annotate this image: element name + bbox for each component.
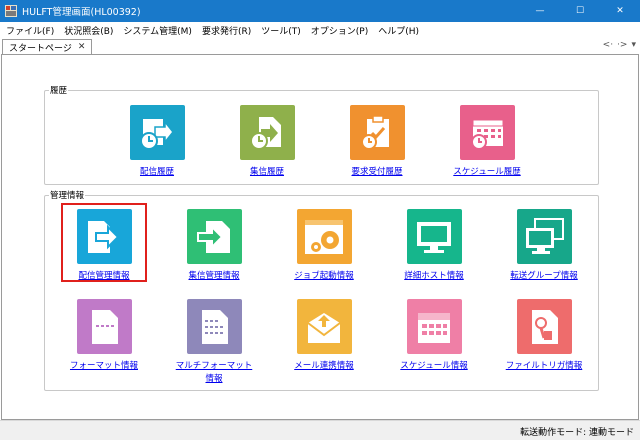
multi-format-item[interactable]: マルチフォーマット 情報 [164, 299, 264, 386]
item-label[interactable]: 配信管理情報 [78, 270, 129, 283]
menu-system[interactable]: システム管理(M) [123, 24, 192, 37]
item-label[interactable]: ジョブ起動情報 [294, 270, 354, 283]
app-icon [5, 5, 17, 17]
close-button[interactable]: ✕ [600, 0, 640, 22]
schedule-history-item[interactable]: スケジュール履歴 [437, 105, 537, 179]
file-trigger-item[interactable]: ファイルトリガ情報 [494, 299, 594, 373]
file-trigger-icon[interactable] [516, 299, 572, 354]
schedule-history-icon[interactable] [459, 105, 515, 160]
receive-history-item[interactable]: 集信履歴 [217, 105, 317, 179]
transfer-group-item[interactable]: 転送グループ情報 [494, 209, 594, 283]
item-label[interactable]: メール連携情報 [294, 360, 354, 373]
menu-help[interactable]: ヘルプ(H) [378, 24, 419, 37]
host-detail-icon[interactable] [406, 209, 462, 264]
host-detail-item[interactable]: 詳細ホスト情報 [384, 209, 484, 283]
receive-history-icon[interactable] [239, 105, 295, 160]
item-label[interactable]: 要求受付履歴 [351, 166, 402, 179]
tab-next-button[interactable]: ·> [617, 40, 627, 50]
request-history-icon[interactable] [349, 105, 405, 160]
title-bar: HULFT管理画面(HL00392) — ☐ ✕ [0, 0, 640, 22]
tab-start-page[interactable]: スタートページ ✕ [2, 39, 93, 54]
item-label-line2[interactable]: 情報 [205, 374, 222, 384]
item-label[interactable]: スケジュール履歴 [453, 166, 520, 179]
menu-file[interactable]: ファイル(F) [6, 24, 54, 37]
minimize-button[interactable]: — [520, 0, 560, 22]
status-bar: 転送動作モード: 連動モード [0, 420, 640, 440]
tab-prev-button[interactable]: <· [603, 40, 613, 50]
receive-management-item[interactable]: 集信管理情報 [164, 209, 264, 283]
format-icon[interactable] [76, 299, 132, 354]
menu-options[interactable]: オプション(P) [311, 24, 368, 37]
menu-tools[interactable]: ツール(T) [261, 24, 301, 37]
send-management-item[interactable]: 配信管理情報 [54, 209, 154, 283]
tab-label: スタートページ [9, 43, 72, 54]
send-history-item[interactable]: 配信履歴 [107, 105, 207, 179]
request-history-item[interactable]: 要求受付履歴 [327, 105, 427, 179]
item-label[interactable]: 配信履歴 [140, 166, 174, 179]
item-label[interactable]: 詳細ホスト情報 [404, 270, 464, 283]
transfer-mode-status: 転送動作モード: 連動モード [520, 428, 634, 438]
job-start-item[interactable]: ジョブ起動情報 [274, 209, 374, 283]
transfer-group-icon[interactable] [516, 209, 572, 264]
mail-item[interactable]: メール連携情報 [274, 299, 374, 373]
group-title: 管理情報 [49, 189, 86, 201]
tab-close-icon[interactable]: ✕ [78, 42, 86, 52]
send-management-icon[interactable] [76, 209, 132, 264]
format-item[interactable]: フォーマット情報 [54, 299, 154, 373]
start-page-content: 履歴 配信履歴 集信履歴 要求受付履歴 スケジュール履歴 管理情報 配信管理情報… [1, 54, 639, 420]
mail-icon[interactable] [296, 299, 352, 354]
item-label[interactable]: スケジュール情報 [400, 360, 467, 373]
group-title: 履歴 [49, 84, 69, 96]
menu-status[interactable]: 状況照会(B) [64, 24, 113, 37]
job-start-icon[interactable] [296, 209, 352, 264]
menu-bar: ファイル(F) 状況照会(B) システム管理(M) 要求発行(R) ツール(T)… [0, 22, 640, 38]
tab-navigation: <· ·> ▾ [599, 40, 636, 50]
schedule-icon[interactable] [406, 299, 462, 354]
send-history-icon[interactable] [129, 105, 185, 160]
window-title: HULFT管理画面(HL00392) [22, 7, 141, 18]
tab-strip: スタートページ ✕ <· ·> ▾ [0, 38, 640, 54]
item-label-line1[interactable]: マルチフォーマット [176, 361, 253, 371]
maximize-button[interactable]: ☐ [560, 0, 600, 22]
menu-request[interactable]: 要求発行(R) [202, 24, 251, 37]
item-label[interactable]: 集信管理情報 [188, 270, 239, 283]
item-label[interactable]: マルチフォーマット 情報 [176, 360, 253, 386]
schedule-item[interactable]: スケジュール情報 [384, 299, 484, 373]
tab-menu-button[interactable]: ▾ [631, 40, 636, 50]
item-label[interactable]: フォーマット情報 [70, 360, 138, 373]
item-label[interactable]: 集信履歴 [250, 166, 284, 179]
item-label[interactable]: ファイルトリガ情報 [506, 360, 583, 373]
item-label[interactable]: 転送グループ情報 [510, 270, 578, 283]
receive-management-icon[interactable] [186, 209, 242, 264]
multi-format-icon[interactable] [186, 299, 242, 354]
